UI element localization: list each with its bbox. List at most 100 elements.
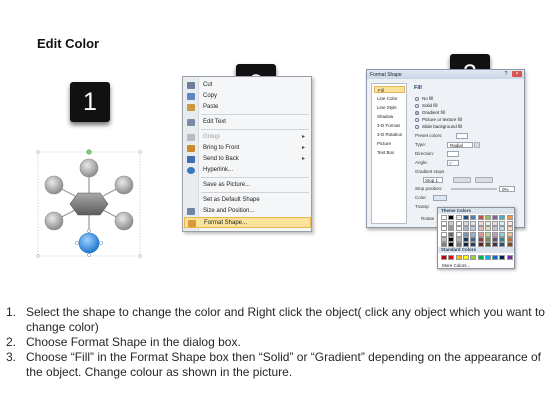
category-line-color[interactable]: Line Color <box>374 95 405 102</box>
standard-color-swatch[interactable] <box>470 255 477 260</box>
type-dropdown-arrow-icon[interactable] <box>474 142 480 148</box>
circle-shape-selected[interactable] <box>78 232 100 254</box>
radio-slide-background-fill[interactable]: Slide background fill <box>415 124 462 130</box>
transparency-label: Transp <box>415 204 429 209</box>
section-heading: Fill <box>414 85 422 91</box>
standard-color-swatch[interactable] <box>448 255 455 260</box>
radio-picture-fill[interactable]: Picture or texture fill <box>415 117 462 123</box>
menu-item-format-shape[interactable]: Format Shape... <box>184 217 311 228</box>
submenu-arrow-icon: ▸ <box>301 156 305 162</box>
radio-solid-fill[interactable]: Solid fill <box>415 103 438 109</box>
category-list: Fill Line Color Line Style Shadow 3-D Fo… <box>371 83 407 224</box>
theme-color-swatch[interactable] <box>448 215 455 220</box>
circle-shape-lower-left[interactable] <box>44 211 64 231</box>
menu-item-label: Edit Text <box>203 119 226 125</box>
menu-item-label: Size and Position... <box>203 208 255 214</box>
circle-shape-lower-right[interactable] <box>114 211 134 231</box>
category-3d-rotation[interactable]: 3-D Rotation <box>374 131 405 138</box>
theme-color-swatch[interactable] <box>441 242 447 247</box>
theme-color-swatch[interactable] <box>441 215 447 220</box>
theme-color-swatch[interactable] <box>492 215 499 220</box>
rotate-checkbox-label[interactable]: Rotate <box>421 216 434 222</box>
theme-color-swatch[interactable] <box>484 242 491 247</box>
menu-item-group: Group ▸ <box>184 132 311 143</box>
menu-item-cut[interactable]: Cut <box>184 80 311 91</box>
menu-item-hyperlink[interactable]: Hyperlink... <box>184 165 311 176</box>
theme-color-swatch[interactable] <box>506 215 513 220</box>
preset-colors-dropdown[interactable] <box>456 133 468 139</box>
more-colors-link[interactable]: More Colors... <box>440 263 470 269</box>
send-to-back-icon <box>187 156 195 163</box>
standard-color-swatch[interactable] <box>462 255 469 260</box>
theme-colors-heading: Theme Colors <box>438 208 514 214</box>
menu-item-size-and-position[interactable]: Size and Position... <box>184 206 311 217</box>
type-dropdown[interactable]: Radial <box>447 142 473 148</box>
scissors-icon <box>187 82 195 89</box>
instruction-step: 2. Choose Format Shape in the dialog box… <box>6 335 241 349</box>
theme-color-swatch[interactable] <box>455 242 462 247</box>
theme-color-swatch[interactable] <box>477 242 484 247</box>
instruction-text: Choose “Fill” in the Format Shape box th… <box>26 350 541 379</box>
theme-color-swatch[interactable] <box>455 215 462 220</box>
category-fill[interactable]: Fill <box>374 86 405 93</box>
instruction-text: Choose Format Shape in the dialog box. <box>26 335 241 349</box>
theme-color-swatch[interactable] <box>462 242 469 247</box>
theme-color-swatch[interactable] <box>462 215 469 220</box>
help-icon[interactable]: ? <box>501 71 511 77</box>
circle-shape-upper-right[interactable] <box>114 175 134 195</box>
menu-item-bring-to-front[interactable]: Bring to Front ▸ <box>184 143 311 154</box>
remove-stop-button[interactable] <box>475 177 493 183</box>
preset-colors-label: Preset colors: <box>415 133 443 138</box>
paste-icon <box>187 104 195 111</box>
instructions-list: 1. Select the shape to change the color … <box>6 305 554 380</box>
standard-color-swatch[interactable] <box>455 255 462 260</box>
color-picker-button[interactable] <box>433 195 447 201</box>
category-line-style[interactable]: Line Style <box>374 104 405 111</box>
stop-position-slider[interactable] <box>451 188 497 190</box>
menu-item-set-as-default-shape[interactable]: Set as Default Shape <box>184 195 311 206</box>
theme-color-swatch[interactable] <box>448 242 455 247</box>
menu-item-send-to-back[interactable]: Send to Back ▸ <box>184 154 311 165</box>
circle-shape-top[interactable] <box>79 158 99 178</box>
category-picture[interactable]: Picture <box>374 140 405 147</box>
theme-color-swatch[interactable] <box>470 242 477 247</box>
standard-color-swatch[interactable] <box>499 255 506 260</box>
menu-item-paste[interactable]: Paste <box>184 102 311 113</box>
direction-label: Direction: <box>415 151 435 156</box>
theme-color-swatch[interactable] <box>492 242 499 247</box>
standard-color-swatch[interactable] <box>441 255 447 260</box>
radio-gradient-fill[interactable]: Gradient fill <box>415 110 445 116</box>
menu-item-save-as-picture[interactable]: Save as Picture... <box>184 180 311 191</box>
angle-field[interactable]: 0° <box>447 160 459 166</box>
standard-color-swatch[interactable] <box>506 255 513 260</box>
bring-to-front-icon <box>187 145 195 152</box>
close-icon[interactable]: × <box>512 71 522 77</box>
stop-dropdown[interactable]: Stop 1 <box>423 177 443 183</box>
radio-no-fill[interactable]: No fill <box>415 96 433 102</box>
category-shadow[interactable]: Shadow <box>374 113 405 120</box>
stop-position-field[interactable]: 0% <box>499 186 515 192</box>
menu-item-edit-text[interactable]: Edit Text <box>184 117 311 128</box>
theme-color-swatch[interactable] <box>477 215 484 220</box>
edit-text-icon <box>187 119 195 126</box>
theme-color-swatch[interactable] <box>499 242 506 247</box>
format-shape-icon <box>188 220 196 227</box>
theme-color-swatch[interactable] <box>484 215 491 220</box>
add-stop-button[interactable] <box>453 177 471 183</box>
menu-item-label: Format Shape... <box>204 220 248 226</box>
standard-color-swatch[interactable] <box>484 255 491 260</box>
theme-color-swatch[interactable] <box>499 215 506 220</box>
theme-color-swatch[interactable] <box>506 242 513 247</box>
hexagon-shape[interactable] <box>69 192 109 216</box>
category-3d-format[interactable]: 3-D Format <box>374 122 405 129</box>
menu-item-copy[interactable]: Copy <box>184 91 311 102</box>
category-text-box[interactable]: Text Box <box>374 149 405 156</box>
circle-shape-upper-left[interactable] <box>44 175 64 195</box>
standard-color-swatch[interactable] <box>477 255 484 260</box>
direction-dropdown[interactable] <box>447 151 459 157</box>
standard-color-swatch[interactable] <box>492 255 499 260</box>
instruction-step: 3. Choose “Fill” in the Format Shape box… <box>6 350 541 379</box>
theme-color-swatch[interactable] <box>470 215 477 220</box>
menu-item-label: Send to Back <box>203 156 239 162</box>
rotate-handle-icon[interactable] <box>86 149 92 155</box>
